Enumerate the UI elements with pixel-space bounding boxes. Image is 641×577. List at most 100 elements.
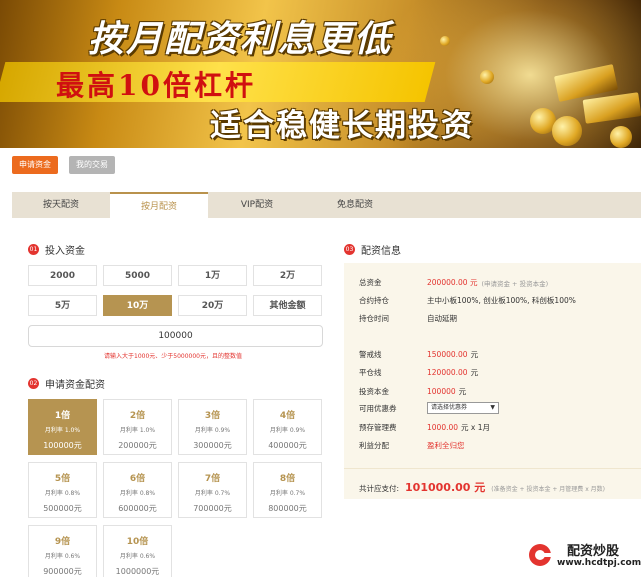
multiplier-amount: 700000元 bbox=[193, 504, 232, 513]
allocation-tabs: 按天配资 按月配资 VIP配资 免息配资 bbox=[12, 192, 641, 218]
multiplier-card[interactable]: 6倍 月利率 0.8% 600000元 bbox=[103, 462, 172, 518]
watermark-name: 配资炒股 bbox=[567, 544, 620, 559]
coupon-select-value: 请选择优惠券 bbox=[431, 404, 468, 411]
amount-option[interactable]: 5000 bbox=[103, 265, 172, 286]
info-label: 总资金 bbox=[359, 278, 382, 287]
gold-coin-icon bbox=[440, 36, 450, 46]
multiplier-rate: 月利率 0.8% bbox=[119, 490, 156, 497]
chevron-down-icon: ▼ bbox=[490, 404, 495, 411]
info-unit: 元 bbox=[470, 368, 479, 377]
total-value: 101000.00 元 bbox=[405, 481, 486, 494]
tab-daily[interactable]: 按天配资 bbox=[12, 192, 110, 218]
info-label: 投资本金 bbox=[359, 387, 389, 396]
multiplier-card[interactable]: 8倍 月利率 0.7% 800000元 bbox=[253, 462, 322, 518]
gold-coin-icon bbox=[480, 70, 494, 84]
total-payment: 共计应支付: 101000.00 元 (准备资金 + 投资本金 + 月管理费 x… bbox=[359, 479, 605, 495]
info-row-close: 平仓线 120000.00 元 bbox=[359, 367, 478, 378]
multiplier-title: 9倍 bbox=[54, 537, 71, 547]
multiplier-title: 10倍 bbox=[126, 537, 149, 547]
multiplier-card[interactable]: 4倍 月利率 0.9% 400000元 bbox=[253, 399, 322, 455]
multiplier-amount: 600000元 bbox=[118, 504, 157, 513]
info-unit: 元 bbox=[470, 350, 479, 359]
amount-option[interactable]: 2000 bbox=[28, 265, 97, 286]
info-value: 200000.00 元 bbox=[427, 278, 478, 287]
site-watermark: 配资炒股 www.hcdtpj.com bbox=[523, 536, 641, 577]
site-logo-icon bbox=[529, 544, 553, 566]
amount-option[interactable]: 1万 bbox=[178, 265, 247, 286]
section-invest-title: 01 投入资金 bbox=[28, 242, 85, 257]
section-title-text: 申请资金配资 bbox=[45, 380, 105, 391]
promo-banner: 按月配资利息更低 最高10倍杠杆 适合稳健长期投资 bbox=[0, 0, 641, 148]
multiplier-card[interactable]: 9倍 月利率 0.6% 900000元 bbox=[28, 525, 97, 577]
my-trades-button[interactable]: 我的交易 bbox=[69, 156, 115, 174]
multiplier-amount: 300000元 bbox=[193, 441, 232, 450]
multiplier-card[interactable]: 7倍 月利率 0.7% 700000元 bbox=[178, 462, 247, 518]
multiplier-amount: 400000元 bbox=[268, 441, 307, 450]
amount-option[interactable]: 2万 bbox=[253, 265, 322, 286]
multiplier-card[interactable]: 10倍 月利率 0.6% 1000000元 bbox=[103, 525, 172, 577]
amount-option[interactable]: 20万 bbox=[178, 295, 247, 316]
multiplier-title: 5倍 bbox=[54, 474, 71, 484]
info-divider bbox=[344, 468, 641, 469]
info-value: 100000 bbox=[427, 387, 456, 396]
amount-option[interactable]: 5万 bbox=[28, 295, 97, 316]
info-row-warn: 警戒线 150000.00 元 bbox=[359, 349, 478, 360]
tab-vip[interactable]: VIP配资 bbox=[208, 192, 306, 218]
multiplier-rate: 月利率 0.7% bbox=[269, 490, 306, 497]
multiplier-title: 8倍 bbox=[279, 474, 296, 484]
info-value: 盈利全归您 bbox=[427, 441, 465, 450]
multiplier-card[interactable]: 2倍 月利率 1.0% 200000元 bbox=[103, 399, 172, 455]
info-label: 利益分配 bbox=[359, 441, 389, 450]
multiplier-amount: 100000元 bbox=[43, 441, 82, 450]
info-note: (申请资金 + 投资本金) bbox=[481, 279, 549, 288]
multiplier-card[interactable]: 3倍 月利率 0.9% 300000元 bbox=[178, 399, 247, 455]
multiplier-amount: 500000元 bbox=[43, 504, 82, 513]
multiplier-rate: 月利率 0.6% bbox=[44, 553, 81, 560]
info-row-period: 持仓时间 自动延期 bbox=[359, 313, 457, 324]
multiplier-amount: 800000元 bbox=[268, 504, 307, 513]
multiplier-rate: 月利率 0.9% bbox=[269, 427, 306, 434]
amount-option-other[interactable]: 其他金额 bbox=[253, 295, 322, 316]
info-value: 主中小板100%, 创业板100%, 科创板100% bbox=[427, 296, 576, 305]
amount-option-selected[interactable]: 10万 bbox=[103, 295, 172, 316]
total-label: 共计应支付: bbox=[359, 484, 400, 493]
multiplier-amount: 1000000元 bbox=[115, 567, 160, 576]
section-info-title: 03 配资信息 bbox=[344, 242, 401, 257]
amount-input[interactable]: 100000 bbox=[28, 325, 323, 347]
multiplier-card[interactable]: 5倍 月利率 0.8% 500000元 bbox=[28, 462, 97, 518]
gold-coin-icon bbox=[552, 116, 582, 146]
amount-hint: 请输入大于1000元、少于5000000元，且的整数值 bbox=[104, 353, 242, 360]
multiplier-amount: 200000元 bbox=[118, 441, 157, 450]
multiplier-title: 6倍 bbox=[129, 474, 146, 484]
info-row-principal: 投资本金 100000 元 bbox=[359, 386, 466, 397]
info-label: 警戒线 bbox=[359, 350, 382, 359]
info-value: 自动延期 bbox=[427, 314, 457, 323]
info-unit: 元 bbox=[458, 387, 467, 396]
info-row-coupon: 可用优惠券 请选择优惠券 ▼ bbox=[359, 402, 499, 414]
multiplier-card-selected[interactable]: 1倍 月利率 1.0% 100000元 bbox=[28, 399, 97, 455]
multiplier-rate: 月利率 1.0% bbox=[44, 427, 81, 434]
watermark-url: www.hcdtpj.com bbox=[557, 558, 641, 568]
multiplier-rate: 月利率 0.9% bbox=[194, 427, 231, 434]
info-value: 120000.00 bbox=[427, 368, 468, 377]
tab-interest-free[interactable]: 免息配资 bbox=[306, 192, 404, 218]
section-multiplier-title: 02 申请资金配资 bbox=[28, 376, 105, 391]
info-label: 持仓时间 bbox=[359, 314, 389, 323]
multiplier-rate: 月利率 0.7% bbox=[194, 490, 231, 497]
multiplier-rate: 月利率 0.8% bbox=[44, 490, 81, 497]
tab-monthly[interactable]: 按月配资 bbox=[110, 192, 208, 218]
banner-subheadline: 最高10倍杠杆 bbox=[56, 69, 256, 102]
info-value: 150000.00 bbox=[427, 350, 468, 359]
step-number-badge: 03 bbox=[344, 244, 355, 255]
info-row-fee: 预存管理费 1000.00 元 x 1月 bbox=[359, 422, 490, 433]
multiplier-title: 7倍 bbox=[204, 474, 221, 484]
multiplier-title: 3倍 bbox=[204, 411, 221, 421]
banner-tagline: 适合稳健长期投资 bbox=[210, 108, 474, 144]
multiplier-rate: 月利率 1.0% bbox=[119, 427, 156, 434]
coupon-select[interactable]: 请选择优惠券 ▼ bbox=[427, 402, 499, 414]
gold-coin-icon bbox=[610, 126, 632, 148]
step-number-badge: 01 bbox=[28, 244, 39, 255]
info-value: 1000.00 bbox=[427, 423, 459, 432]
apply-funds-button[interactable]: 申请资金 bbox=[12, 156, 58, 174]
info-unit: 元 x 1月 bbox=[461, 423, 490, 432]
